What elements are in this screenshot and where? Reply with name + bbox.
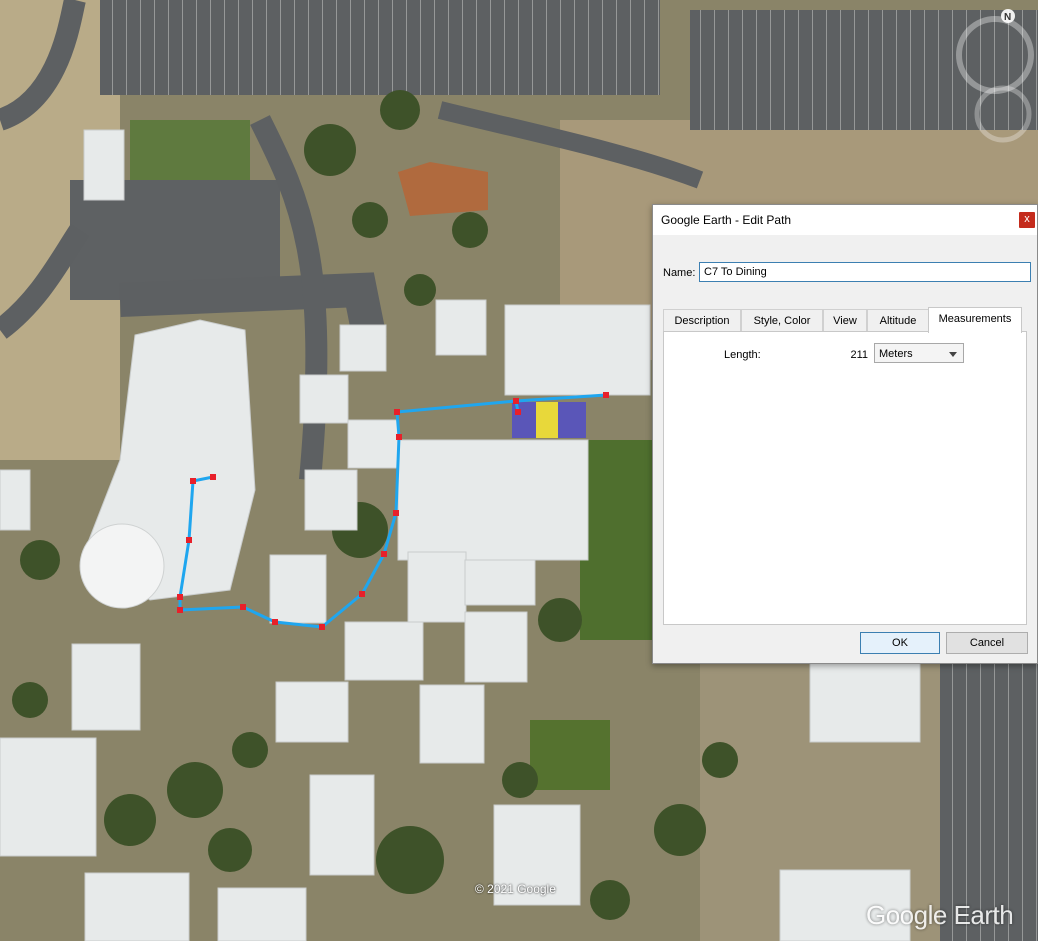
tab-description[interactable]: Description xyxy=(663,309,741,332)
dialog-title: Google Earth - Edit Path xyxy=(661,213,792,227)
chevron-down-icon xyxy=(949,352,957,357)
dialog-titlebar[interactable]: Google Earth - Edit Path x xyxy=(653,205,1037,235)
length-label: Length: xyxy=(724,349,761,361)
units-selected-value: Meters xyxy=(879,348,913,360)
tab-bar: Description Style, Color View Altitude M… xyxy=(663,307,1025,333)
tab-style-color[interactable]: Style, Color xyxy=(741,309,823,332)
close-icon[interactable]: x xyxy=(1019,212,1035,228)
length-value: 211 xyxy=(850,349,868,361)
tab-altitude[interactable]: Altitude xyxy=(867,309,929,332)
units-select[interactable]: Meters xyxy=(874,343,964,363)
ok-button[interactable]: OK xyxy=(860,632,940,654)
name-label: Name: xyxy=(663,267,696,279)
tab-view[interactable]: View xyxy=(823,309,867,332)
measurements-panel: Length: 211 Meters xyxy=(663,331,1027,625)
map-copyright: © 2021 Google xyxy=(475,882,556,896)
compass-north-label: N xyxy=(1004,12,1011,23)
google-earth-logo: Google Earth xyxy=(866,900,1014,930)
cancel-button[interactable]: Cancel xyxy=(946,632,1028,654)
edit-path-dialog: Google Earth - Edit Path x Name: Descrip… xyxy=(652,204,1038,664)
tab-measurements[interactable]: Measurements xyxy=(928,307,1022,333)
name-field[interactable] xyxy=(699,262,1031,282)
